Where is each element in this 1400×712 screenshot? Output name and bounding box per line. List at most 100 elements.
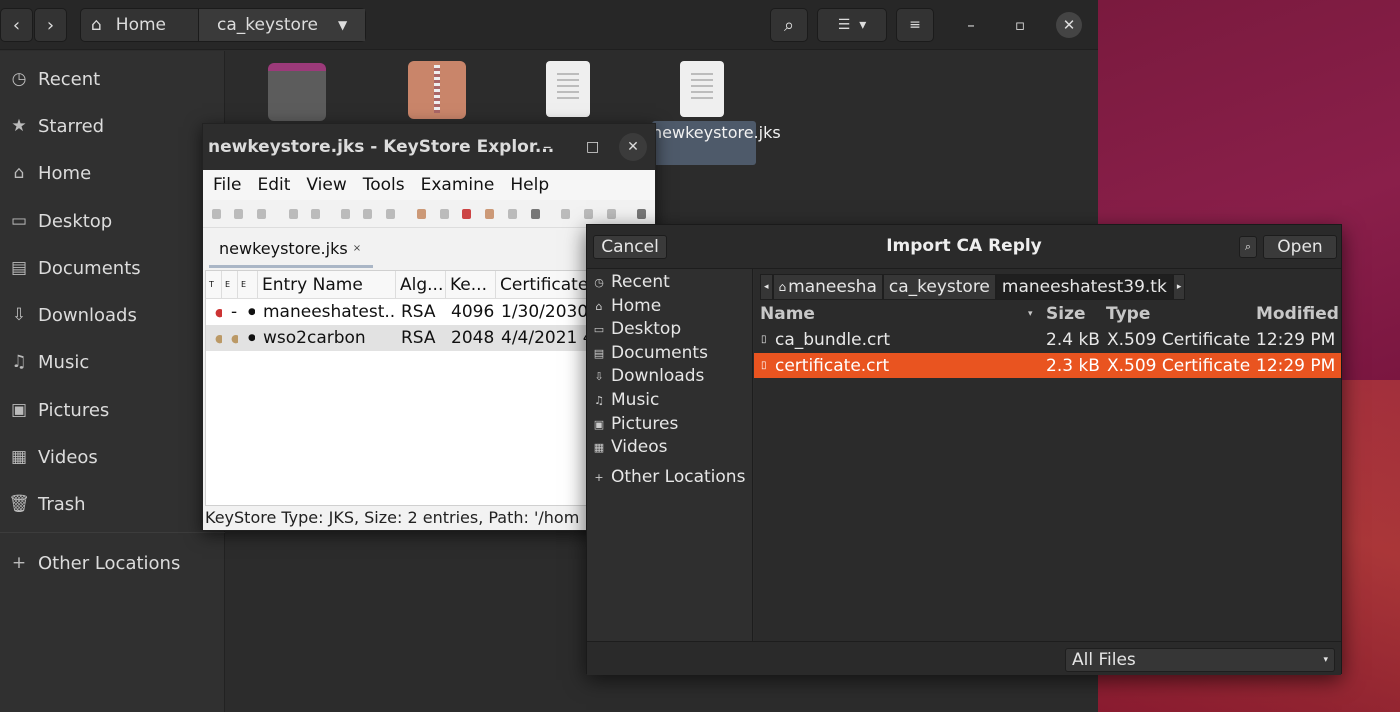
sidebar-item-home[interactable]: ⌂ Home [0, 153, 225, 193]
menu-help[interactable]: Help [510, 175, 549, 195]
column-expiry[interactable]: E [238, 271, 258, 299]
table-row[interactable]: ● - ● maneeshatest... RSA 4096 1/30/2030… [206, 299, 590, 325]
save-icon[interactable] [257, 209, 266, 219]
table-row[interactable]: ● ● ● wso2carbon RSA 2048 4/4/2021 4: [206, 325, 590, 351]
sidebar-item-trash[interactable]: 🗑 Trash [0, 484, 225, 524]
menu-examine[interactable]: Examine [421, 175, 495, 195]
column-name[interactable]: Name ▾ [760, 302, 1040, 326]
sidebar-item-downloads[interactable]: ⇩ Downloads [0, 295, 225, 335]
entry-name: maneeshatest... [263, 302, 396, 322]
place-downloads[interactable]: ⇩ Downloads [587, 364, 753, 388]
tab-newkeystore[interactable]: newkeystore.jks × [209, 232, 373, 268]
column-key-size[interactable]: Ke... [446, 271, 496, 299]
path-segment-current[interactable]: maneeshatest39.tk [995, 274, 1173, 300]
breadcrumb-home[interactable]: ⌂ Home [81, 9, 199, 41]
help-icon[interactable] [637, 209, 646, 219]
column-lock[interactable]: E [222, 271, 238, 299]
place-music[interactable]: ♫ Music [587, 388, 753, 412]
cut-icon[interactable] [341, 209, 350, 219]
sidebar-item-documents[interactable]: ▤ Documents [0, 248, 225, 288]
menu-tools[interactable]: Tools [363, 175, 405, 195]
key-pair-icon: ● [210, 299, 222, 325]
sidebar-item-label: Trash [38, 493, 86, 515]
column-entry-name[interactable]: Entry Name [258, 271, 396, 299]
column-algorithm[interactable]: Alg... [396, 271, 446, 299]
forward-button[interactable]: › [34, 8, 67, 42]
path-forward-button[interactable]: ▸ [1172, 274, 1186, 300]
breadcrumb-current[interactable]: ca_keystore ▼ [199, 9, 365, 41]
close-button[interactable]: ✕ [619, 133, 647, 161]
column-type[interactable]: T [206, 271, 222, 299]
entry-algorithm: RSA [401, 302, 436, 322]
place-home[interactable]: ⌂ Home [587, 294, 753, 318]
examine-file-icon[interactable] [561, 209, 570, 219]
column-type[interactable]: Type [1106, 302, 1246, 326]
trusted-cert-icon[interactable] [440, 209, 449, 219]
new-icon[interactable] [212, 209, 221, 219]
path-segment-label: ca_keystore [888, 277, 990, 297]
import-icon[interactable] [485, 209, 494, 219]
column-certificate[interactable]: Certificate [496, 271, 590, 299]
path-segment[interactable]: ⌂ maneesha [772, 274, 883, 300]
minimize-button[interactable]: – [543, 137, 552, 157]
sidebar-item-recent[interactable]: ◷ Recent [0, 59, 225, 99]
maximize-button[interactable]: □ [586, 139, 599, 155]
status-dot-icon: ● [243, 299, 255, 325]
close-tab-icon[interactable]: × [353, 243, 361, 254]
file-row[interactable]: ▯ ca_bundle.crt 2.4 kB X.509 Certificate… [754, 327, 1341, 352]
sidebar-item-pictures[interactable]: ▣ Pictures [0, 390, 225, 430]
place-desktop[interactable]: ▭ Desktop [587, 317, 753, 341]
file-row-selected[interactable]: ▯ certificate.crt 2.3 kB X.509 Certifica… [754, 353, 1341, 378]
undo-icon[interactable] [289, 209, 298, 219]
file-filter-select[interactable]: All Files ▾ [1065, 648, 1335, 672]
download-icon: ⇩ [594, 369, 604, 383]
search-button[interactable]: ⌕ [770, 8, 808, 42]
text-file-icon[interactable] [680, 61, 724, 117]
column-size[interactable]: Size [1046, 302, 1100, 326]
archive-icon[interactable] [408, 61, 466, 119]
path-segment[interactable]: ca_keystore [882, 274, 996, 300]
cancel-button[interactable]: Cancel [593, 235, 667, 259]
sidebar-item-starred[interactable]: ★ Starred [0, 106, 225, 146]
open-icon[interactable] [234, 209, 243, 219]
folder-icon[interactable] [268, 63, 326, 121]
text-file-icon[interactable] [546, 61, 590, 117]
place-pictures[interactable]: ▣ Pictures [587, 412, 753, 436]
menu-button[interactable]: ≡ [896, 8, 934, 42]
sidebar-item-label: Downloads [38, 304, 137, 326]
file-name-label[interactable]: newkeystore.jks [652, 121, 781, 165]
place-videos[interactable]: ▦ Videos [587, 435, 753, 459]
place-recent[interactable]: ◷ Recent [587, 270, 753, 294]
view-options-button[interactable]: ☰ ▾ [817, 8, 887, 42]
properties-icon[interactable] [531, 209, 540, 219]
maximize-button[interactable]: ▫ [1007, 12, 1033, 38]
paste-icon[interactable] [386, 209, 395, 219]
password-icon[interactable] [508, 209, 517, 219]
back-button[interactable]: ‹ [0, 8, 33, 42]
search-button[interactable]: ⌕ [1239, 236, 1257, 258]
list-view-icon: ☰ ▾ [837, 17, 867, 33]
place-label: Pictures [611, 414, 679, 434]
place-other-locations[interactable]: + Other Locations [587, 465, 753, 489]
keypair-icon[interactable] [417, 209, 426, 219]
path-back-button[interactable]: ◂ [760, 274, 773, 300]
minimize-button[interactable]: – [958, 12, 984, 38]
column-modified[interactable]: Modified [1256, 302, 1339, 326]
examine-ssl-icon[interactable] [607, 209, 616, 219]
menu-view[interactable]: View [306, 175, 346, 195]
sidebar-item-other-locations[interactable]: + Other Locations [0, 543, 225, 583]
sort-arrow-icon: ▾ [1028, 309, 1033, 319]
examine-clipboard-icon[interactable] [584, 209, 593, 219]
place-documents[interactable]: ▤ Documents [587, 341, 753, 365]
open-button[interactable]: Open [1263, 235, 1337, 259]
key-icon[interactable] [462, 209, 471, 219]
menu-file[interactable]: File [213, 175, 241, 195]
file-icon: ▯ [761, 334, 767, 345]
sidebar-item-music[interactable]: ♫ Music [0, 342, 225, 382]
close-button[interactable]: ✕ [1056, 12, 1082, 38]
redo-icon[interactable] [311, 209, 320, 219]
sidebar-item-videos[interactable]: ▦ Videos [0, 437, 225, 477]
menu-edit[interactable]: Edit [257, 175, 290, 195]
sidebar-item-desktop[interactable]: ▭ Desktop [0, 201, 225, 241]
copy-icon[interactable] [363, 209, 372, 219]
